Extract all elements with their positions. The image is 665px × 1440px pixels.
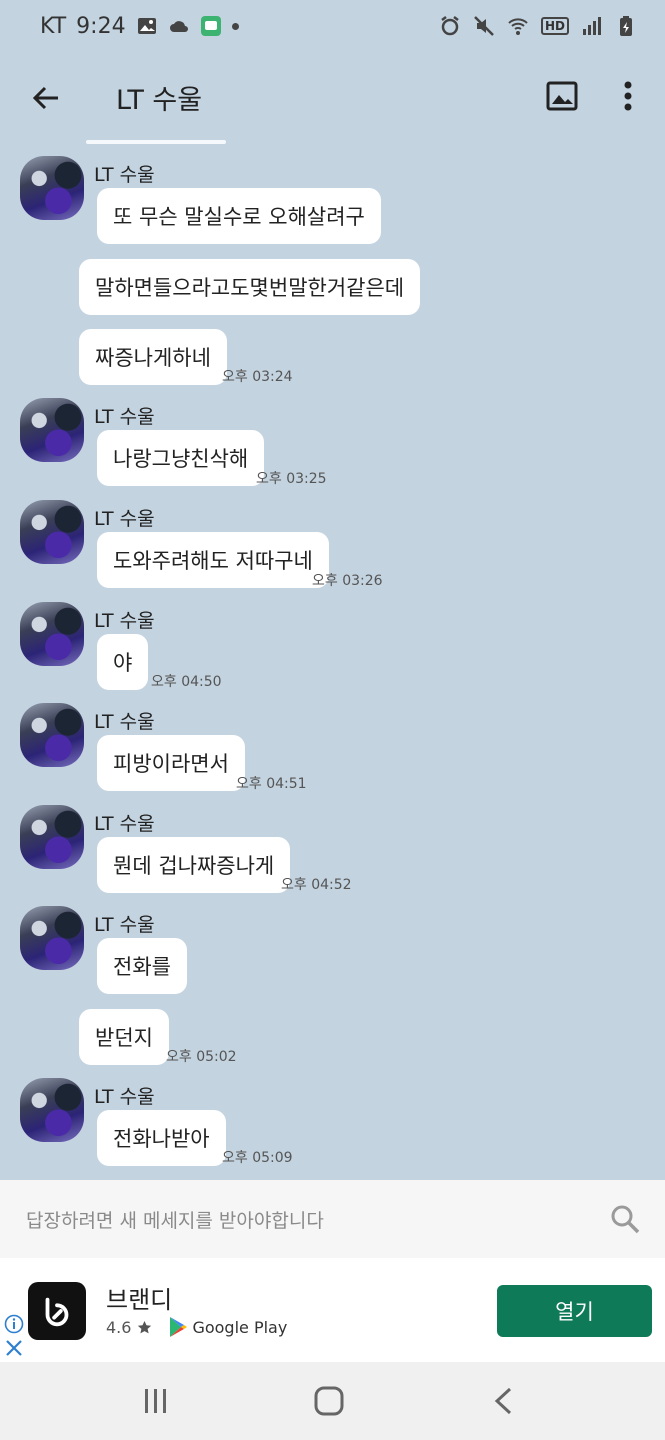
app-logo[interactable]	[28, 1282, 86, 1340]
avatar[interactable]	[20, 398, 84, 462]
app-bar: LT 수울	[0, 56, 665, 138]
status-bar: KT 9:24 HD	[0, 0, 665, 52]
message-time: 오후 04:51	[236, 776, 307, 792]
avatar[interactable]	[20, 703, 84, 767]
open-button[interactable]: 열기	[497, 1285, 652, 1337]
system-nav-bar	[0, 1362, 665, 1440]
more-options-button[interactable]	[612, 76, 644, 116]
avatar[interactable]	[20, 1078, 84, 1142]
message-bubble[interactable]: 받던지	[79, 1009, 169, 1065]
message-time: 오후 03:25	[256, 471, 327, 487]
signal-icon	[581, 15, 603, 37]
message-time: 오후 05:09	[222, 1150, 293, 1166]
clock: 9:24	[76, 13, 126, 39]
search-icon[interactable]	[608, 1202, 642, 1236]
previous-message-edge	[86, 140, 226, 144]
sender-name: LT 수울	[94, 406, 155, 428]
message-time: 오후 04:50	[151, 674, 222, 690]
cloud-icon	[168, 15, 190, 37]
sender-name: LT 수울	[94, 610, 155, 632]
sender-name: LT 수울	[94, 914, 155, 936]
brandi-logo-icon	[45, 1297, 69, 1327]
ad-banner[interactable]: 브랜디 4.6 Google Play 열기	[0, 1258, 665, 1362]
message-bubble[interactable]: 뭔데 겁나짜증나게	[97, 837, 291, 893]
battery-icon	[615, 15, 637, 37]
image-icon	[546, 81, 578, 111]
avatar[interactable]	[20, 602, 84, 666]
message-time: 오후 03:26	[312, 573, 383, 589]
wifi-icon	[507, 15, 529, 37]
back-button[interactable]	[26, 78, 66, 118]
reply-disabled-notice: 답장하려면 새 메세지를 받아야합니다	[26, 1209, 324, 1232]
hd-label: HD	[540, 17, 569, 35]
sender-name: LT 수울	[94, 508, 155, 530]
message-bubble[interactable]: 전화나받아	[97, 1110, 226, 1166]
home-icon[interactable]	[312, 1384, 346, 1418]
mute-icon	[473, 15, 495, 37]
message-bubble[interactable]: 전화를	[97, 938, 187, 994]
info-icon[interactable]	[4, 1314, 24, 1334]
sender-name: LT 수울	[94, 711, 155, 733]
avatar[interactable]	[20, 805, 84, 869]
message-time: 오후 05:02	[166, 1049, 237, 1065]
ad-rating: 4.6 Google Play	[106, 1316, 287, 1338]
message-bubble[interactable]: 야	[97, 634, 149, 690]
reply-bar: 답장하려면 새 메세지를 받아야합니다	[0, 1180, 665, 1258]
star-icon	[138, 1320, 152, 1333]
sender-name: LT 수울	[94, 164, 155, 186]
sender-name: LT 수울	[94, 1086, 155, 1108]
carrier-label: KT	[40, 13, 67, 39]
chat-title: LT 수울	[116, 85, 203, 116]
recent-apps-icon[interactable]	[140, 1386, 172, 1416]
more-vert-icon	[624, 81, 632, 111]
message-bubble[interactable]: 도와주려해도 저따구네	[97, 532, 329, 588]
alarm-icon	[439, 15, 461, 37]
close-icon[interactable]	[4, 1338, 24, 1358]
ad-app-name: 브랜디	[106, 1286, 173, 1314]
message-bubble[interactable]: 말하면들으라고도몇번말한거같은데	[79, 259, 421, 315]
chat-app-icon	[200, 15, 222, 37]
google-play-icon	[170, 1317, 188, 1337]
message-bubble[interactable]: 나랑그냥친삭해	[97, 430, 265, 486]
avatar[interactable]	[20, 500, 84, 564]
arrow-left-icon	[32, 86, 58, 110]
message-bubble[interactable]: 짜증나게하네	[79, 329, 227, 385]
message-bubble[interactable]: 또 무슨 말실수로 오해살려구	[97, 188, 381, 244]
back-nav-icon[interactable]	[490, 1386, 516, 1416]
rating-value: 4.6	[106, 1317, 132, 1337]
image-icon	[136, 15, 158, 37]
message-time: 오후 03:24	[222, 369, 293, 385]
avatar[interactable]	[20, 906, 84, 970]
avatar[interactable]	[20, 156, 84, 220]
message-time: 오후 04:52	[281, 877, 352, 893]
notification-dot-icon	[231, 22, 239, 30]
sender-name: LT 수울	[94, 813, 155, 835]
gallery-button[interactable]	[542, 76, 582, 116]
store-name: Google Play	[192, 1317, 288, 1337]
message-bubble[interactable]: 피방이라면서	[97, 735, 245, 791]
